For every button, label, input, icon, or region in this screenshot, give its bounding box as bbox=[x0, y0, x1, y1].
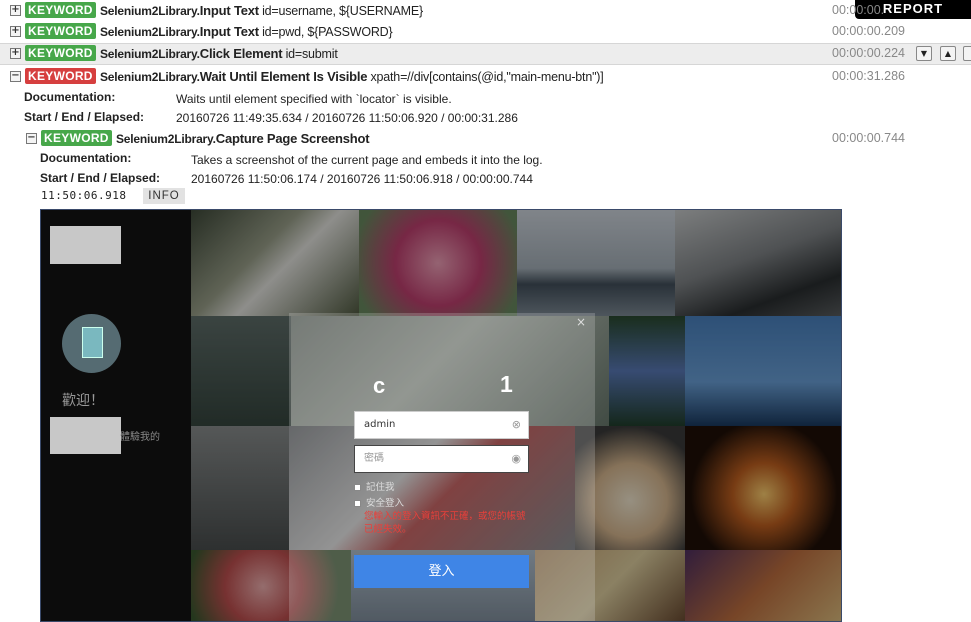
keyword-title: Selenium2Library.Capture Page Screenshot bbox=[116, 131, 370, 146]
logo-letter: 1 bbox=[500, 371, 513, 397]
keyword-badge: KEYWORD bbox=[25, 68, 96, 84]
remember-label: 記住我 bbox=[366, 482, 395, 493]
keyword-title: Selenium2Library.Click Element id=submit bbox=[100, 46, 338, 61]
embedded-screenshot[interactable]: 歡迎！ 體驗我的 × c 1 admin ⊗ 密碼 ◉ 記住我 安全登入 您輸入… bbox=[40, 209, 842, 622]
keyword-args: id=username, ${USERNAME} bbox=[262, 4, 423, 18]
doc-value: Takes a screenshot of the current page a… bbox=[191, 153, 543, 167]
keyword-row[interactable]: + KEYWORD Selenium2Library.Click Element… bbox=[0, 43, 971, 65]
sidebar: 歡迎！ 體驗我的 bbox=[41, 210, 191, 621]
password-placeholder: 密碼 bbox=[364, 453, 384, 464]
keyword-name: Input Text bbox=[199, 3, 259, 18]
keyword-elapsed: 00:00:31.286 bbox=[832, 69, 905, 83]
message-level-badge: INFO bbox=[143, 188, 185, 204]
keyword-title: Selenium2Library.Wait Until Element Is V… bbox=[100, 69, 604, 84]
keyword-elapsed: 00:00:00. bbox=[832, 3, 885, 17]
keyword-args: id=pwd, ${PASSWORD} bbox=[262, 25, 393, 39]
link-icon[interactable] bbox=[963, 46, 971, 61]
checkbox[interactable] bbox=[354, 484, 361, 491]
keyword-row[interactable]: − KEYWORD Selenium2Library.Wait Until El… bbox=[0, 66, 971, 88]
avatar bbox=[62, 314, 121, 373]
chevron-up-icon[interactable]: ▲ bbox=[940, 46, 956, 61]
building-icon bbox=[82, 327, 103, 358]
password-field[interactable]: 密碼 ◉ bbox=[354, 445, 529, 473]
doc-label: Documentation: bbox=[24, 90, 116, 104]
keyword-elapsed: 00:00:00.744 bbox=[832, 131, 905, 145]
chevron-down-icon[interactable]: ▼ bbox=[916, 46, 932, 61]
keyword-badge: KEYWORD bbox=[41, 130, 112, 146]
time-label: Start / End / Elapsed: bbox=[40, 171, 161, 185]
message-timestamp: 11:50:06.918 bbox=[41, 189, 127, 202]
keyword-library: Selenium2Library bbox=[116, 132, 213, 146]
doc-value: Waits until element specified with `loca… bbox=[176, 92, 452, 106]
keyword-name: Input Text bbox=[199, 24, 259, 39]
redacted-block bbox=[50, 417, 121, 454]
keyword-library: Selenium2Library bbox=[100, 4, 197, 18]
clear-icon[interactable]: ⊗ bbox=[512, 412, 521, 438]
keyword-library: Selenium2Library bbox=[100, 70, 197, 84]
close-icon[interactable]: × bbox=[576, 315, 586, 329]
login-button[interactable]: 登入 bbox=[354, 555, 529, 588]
collapse-toggle[interactable]: − bbox=[10, 71, 21, 82]
keyword-name: Wait Until Element Is Visible bbox=[199, 69, 368, 84]
keyword-args: xpath=//div[contains(@id,"main-menu-btn"… bbox=[370, 70, 604, 84]
remember-me-checkbox[interactable]: 記住我 bbox=[354, 479, 395, 493]
keyword-title: Selenium2Library.Input Text id=username,… bbox=[100, 3, 423, 18]
keyword-badge: KEYWORD bbox=[25, 23, 96, 39]
checkbox[interactable] bbox=[354, 500, 361, 507]
time-label: Start / End / Elapsed: bbox=[24, 110, 145, 124]
keyword-elapsed: 00:00:00.224 bbox=[832, 46, 905, 60]
keyword-title: Selenium2Library.Input Text id=pwd, ${PA… bbox=[100, 24, 393, 39]
logo-letter: c bbox=[373, 373, 386, 398]
keyword-badge: KEYWORD bbox=[25, 2, 96, 18]
keyword-row[interactable]: + KEYWORD Selenium2Library.Input Text id… bbox=[0, 0, 971, 22]
username-value: admin bbox=[364, 419, 396, 430]
error-message: 您輸入的登入資訊不正確，或您的帳號已經失效。 bbox=[364, 511, 526, 535]
keyword-library: Selenium2Library bbox=[100, 47, 197, 61]
secure-login-checkbox[interactable]: 安全登入 bbox=[354, 495, 404, 509]
keyword-badge: KEYWORD bbox=[25, 45, 96, 61]
expand-toggle[interactable]: + bbox=[10, 5, 21, 16]
keyword-row[interactable]: + KEYWORD Selenium2Library.Input Text id… bbox=[0, 21, 971, 43]
time-value: 20160726 11:49:35.634 / 20160726 11:50:0… bbox=[176, 111, 518, 125]
eye-icon[interactable]: ◉ bbox=[511, 446, 521, 472]
collapse-toggle[interactable]: − bbox=[26, 133, 37, 144]
keyword-row[interactable]: − KEYWORD Selenium2Library.Capture Page … bbox=[0, 128, 971, 150]
expand-toggle[interactable]: + bbox=[10, 48, 21, 59]
sidebar-caption: 體驗我的 bbox=[120, 432, 160, 443]
doc-label: Documentation: bbox=[40, 151, 132, 165]
logo-placeholder bbox=[50, 226, 121, 264]
username-field[interactable]: admin ⊗ bbox=[354, 411, 529, 439]
keyword-library: Selenium2Library bbox=[100, 25, 197, 39]
keyword-name: Click Element bbox=[199, 46, 283, 61]
time-value: 20160726 11:50:06.174 / 20160726 11:50:0… bbox=[191, 172, 533, 186]
expand-toggle[interactable]: + bbox=[10, 26, 21, 37]
welcome-text: 歡迎！ bbox=[62, 393, 104, 409]
secure-label: 安全登入 bbox=[366, 498, 405, 509]
login-dialog: × c 1 admin ⊗ 密碼 ◉ 記住我 安全登入 您輸入的登入資訊不正確，… bbox=[289, 313, 595, 621]
keyword-name: Capture Page Screenshot bbox=[215, 131, 370, 146]
keyword-elapsed: 00:00:00.209 bbox=[832, 24, 905, 38]
keyword-args: id=submit bbox=[285, 47, 338, 61]
